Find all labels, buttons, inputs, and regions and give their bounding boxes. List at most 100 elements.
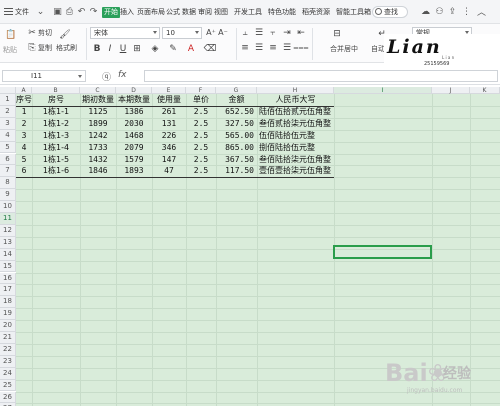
row-header-15[interactable]: 15 — [0, 260, 16, 273]
row-header-18[interactable]: 18 — [0, 296, 16, 309]
align-center-icon[interactable]: ☰ — [254, 43, 264, 53]
table-cell[interactable]: 2.5 — [186, 118, 216, 130]
table-cell[interactable]: 6 — [16, 165, 32, 177]
italic-icon[interactable]: I — [105, 43, 115, 54]
table-cell[interactable]: 4 — [16, 142, 32, 154]
hamburger-menu-icon[interactable] — [4, 8, 13, 15]
copy-button[interactable]: 复制 — [38, 44, 52, 53]
table-cell[interactable]: 捌佰陆拾伍元整 — [257, 142, 334, 154]
zoom-icon[interactable]: ⓠ — [102, 70, 111, 83]
table-cell[interactable]: 1 — [16, 106, 32, 118]
more-icon[interactable]: ⋮ — [461, 6, 472, 17]
table-cell[interactable]: 2.5 — [186, 142, 216, 154]
table-cell[interactable]: 5 — [16, 154, 32, 166]
chevron-down-icon[interactable]: ⌄ — [35, 6, 46, 17]
name-box[interactable]: I11 — [2, 70, 86, 82]
indent-icon[interactable]: ⇥ — [282, 28, 292, 38]
fx-button[interactable]: fx — [118, 70, 127, 80]
table-cell[interactable]: 2030 — [116, 118, 152, 130]
table-cell[interactable]: 1栋1-6 — [32, 165, 80, 177]
merge-icon[interactable]: ⊟ — [330, 27, 344, 41]
tab-10[interactable]: 智能工具箱 — [336, 7, 371, 18]
table-cell[interactable]: 2.5 — [186, 106, 216, 118]
table-cell[interactable]: 1579 — [116, 154, 152, 166]
column-header-j[interactable]: J — [432, 87, 470, 94]
redo-icon[interactable]: ↷ — [88, 6, 99, 17]
paste-label[interactable]: 粘贴 — [3, 46, 17, 55]
print-icon[interactable]: ⎙ — [64, 6, 75, 17]
formula-input[interactable] — [144, 70, 498, 82]
row-header-26[interactable]: 26 — [0, 391, 16, 404]
row-header-10[interactable]: 10 — [0, 201, 16, 213]
column-header-a[interactable]: A — [16, 87, 32, 94]
row-header-11[interactable]: 11 — [0, 213, 16, 225]
row-header-1[interactable]: 1 — [0, 94, 16, 106]
row-header-9[interactable]: 9 — [0, 189, 16, 202]
row-header-7[interactable]: 7 — [0, 165, 16, 178]
distribute-icon[interactable]: ⩶ — [293, 43, 308, 53]
row-header-16[interactable]: 16 — [0, 272, 16, 285]
table-cell[interactable]: 147 — [152, 154, 186, 166]
tab-2[interactable]: 页面布局 — [137, 7, 165, 18]
scissors-icon[interactable]: ✂ — [27, 28, 37, 38]
save-icon[interactable]: ▣ — [52, 6, 63, 17]
row-header-24[interactable]: 24 — [0, 367, 16, 380]
table-header-cell[interactable]: 单价 — [186, 94, 216, 106]
select-all-corner[interactable] — [0, 87, 16, 94]
row-header-5[interactable]: 5 — [0, 141, 16, 154]
table-cell[interactable]: 1栋1-1 — [32, 106, 80, 118]
table-cell[interactable]: 叁佰陆拾柒元伍角整 — [257, 154, 334, 166]
table-cell[interactable]: 1栋1-2 — [32, 118, 80, 130]
column-header-f[interactable]: F — [186, 87, 216, 94]
align-middle-icon[interactable]: ☰ — [254, 28, 264, 38]
table-cell[interactable]: 47 — [152, 165, 186, 177]
row-header-21[interactable]: 21 — [0, 332, 16, 344]
table-cell[interactable]: 1125 — [80, 106, 116, 118]
table-header-cell[interactable]: 使用量 — [152, 94, 186, 106]
row-header-17[interactable]: 17 — [0, 284, 16, 297]
column-header-d[interactable]: D — [116, 87, 152, 94]
search-input[interactable]: 查找 — [372, 6, 408, 18]
column-header-k[interactable]: K — [470, 87, 500, 94]
font-color-icon[interactable]: A — [186, 43, 196, 54]
justify-icon[interactable]: ☰ — [282, 43, 292, 53]
table-cell[interactable]: 1432 — [80, 154, 116, 166]
clear-icon[interactable]: ⌫ — [204, 43, 217, 54]
align-left-icon[interactable]: ≡ — [240, 43, 250, 53]
table-cell[interactable]: 2079 — [116, 142, 152, 154]
selected-cell[interactable] — [333, 245, 432, 259]
tab-3[interactable]: 公式 — [166, 7, 180, 18]
row-header-20[interactable]: 20 — [0, 320, 16, 332]
table-cell[interactable]: 1893 — [116, 165, 152, 177]
paste-icon[interactable]: 📋 — [4, 27, 18, 43]
outdent-icon[interactable]: ⇤ — [296, 28, 306, 38]
align-bottom-icon[interactable]: ⫟ — [268, 28, 278, 38]
table-header-cell[interactable]: 房号 — [32, 94, 80, 106]
table-cell[interactable]: 346 — [152, 142, 186, 154]
format-painter-icon[interactable]: 🖌 — [58, 28, 72, 42]
column-header-g[interactable]: G — [216, 87, 257, 94]
column-header-b[interactable]: B — [32, 87, 80, 94]
tab-0[interactable]: 开始 — [102, 7, 120, 18]
tab-4[interactable]: 数据 — [182, 7, 196, 18]
table-header-cell[interactable]: 金额 — [216, 94, 257, 106]
row-header-25[interactable]: 25 — [0, 379, 16, 392]
table-header-cell[interactable]: 序号 — [16, 94, 32, 106]
table-cell[interactable]: 2.5 — [186, 130, 216, 142]
table-cell[interactable]: 3 — [16, 130, 32, 142]
table-cell[interactable]: 131 — [152, 118, 186, 130]
tab-7[interactable]: 开发工具 — [234, 7, 262, 18]
table-cell[interactable]: 1栋1-5 — [32, 154, 80, 166]
row-header-6[interactable]: 6 — [0, 153, 16, 166]
tab-6[interactable]: 视图 — [214, 7, 228, 18]
font-size-select[interactable]: 10 — [162, 27, 202, 39]
row-header-19[interactable]: 19 — [0, 308, 16, 321]
table-cell[interactable]: 陆佰伍拾贰元伍角整 — [257, 106, 334, 118]
table-cell[interactable]: 565.00 — [216, 130, 257, 142]
table-cell[interactable]: 2.5 — [186, 165, 216, 177]
row-header-4[interactable]: 4 — [0, 129, 16, 142]
row-header-12[interactable]: 12 — [0, 224, 16, 237]
collab-icon[interactable]: ⚇ — [434, 6, 445, 17]
table-cell[interactable]: 1846 — [80, 165, 116, 177]
column-header-e[interactable]: E — [152, 87, 186, 94]
